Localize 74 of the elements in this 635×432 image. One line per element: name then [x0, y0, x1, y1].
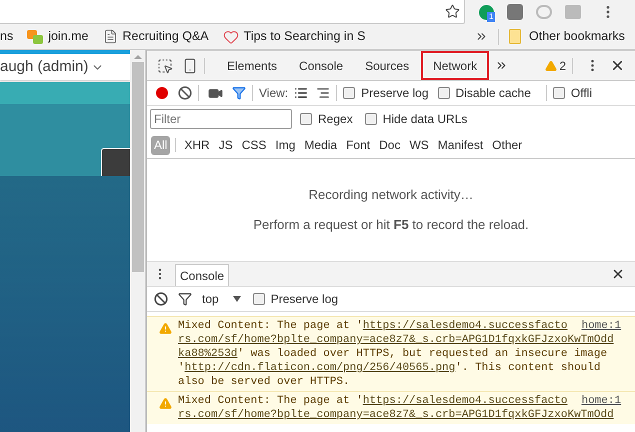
console-message: Mixed Content: The page at 'https://salesdemo4.successfacto home:1 rs.com/sf/home?bplte_company=ace8z7&_s.crb=APG1D1fqxkGFJzxoKwTmOdd ka88%253d' was loaded over HTTPS, but requested an insecure image 'http://cdn.flaticon.com/png/256/40565.png'. This content should also be served over HTTPS.: [178, 319, 622, 389]
type-filter[interactable]: CSS: [238, 136, 270, 154]
type-filter[interactable]: XHR: [181, 136, 213, 154]
app-icon: [27, 30, 44, 44]
bookmark-link[interactable]: join.me: [48, 27, 88, 46]
scrollbar[interactable]: [130, 50, 146, 432]
checkbox-label[interactable]: Regex: [318, 110, 353, 128]
bookmark-link[interactable]: Tips to Searching in S: [244, 27, 366, 46]
extension-badge: 1: [487, 12, 496, 22]
checkbox[interactable]: [438, 87, 450, 99]
page-icon: [102, 29, 118, 44]
checkbox-label[interactable]: Preserve log: [361, 84, 429, 102]
warning-icon: [159, 322, 172, 335]
console-link[interactable]: rs.com/sf/home?bplte_company=ace8z7&_s.crb=APG1D1fqxkGFJzxoKwTmOdd: [178, 334, 614, 346]
close-icon[interactable]: [611, 267, 625, 281]
console-message: Mixed Content: The page at 'https://salesdemo4.successfacto home:1 rs.com/sf/home?bplte_company=ace8z7&_s.crb=APG1D1fqxkGFJzxoKwTmOdd: [178, 394, 622, 422]
type-filter[interactable]: Media: [301, 136, 340, 154]
warning-icon: [545, 60, 558, 72]
type-filter[interactable]: Other: [489, 136, 526, 154]
context-select[interactable]: top: [202, 290, 219, 308]
checkbox[interactable]: [252, 293, 265, 305]
clear-icon[interactable]: [154, 292, 168, 306]
checkbox-label[interactable]: Disable cache: [456, 84, 531, 102]
devtools-tab[interactable]: Elements: [217, 51, 288, 80]
bookmark-link[interactable]: Recruiting Q&A: [122, 27, 209, 46]
checkbox[interactable]: [343, 87, 356, 99]
dropdown-arrow-icon[interactable]: [232, 296, 241, 302]
drawer-tab[interactable]: Console: [175, 264, 230, 286]
extension-icon[interactable]: [507, 4, 523, 20]
waterfall-view-icon[interactable]: [316, 86, 330, 100]
close-icon[interactable]: [610, 58, 625, 73]
type-filter[interactable]: Manifest: [434, 136, 486, 154]
type-filter[interactable]: Font: [343, 136, 374, 154]
devtools-tab[interactable]: Console: [289, 51, 354, 80]
warning-count[interactable]: 2: [559, 56, 566, 74]
checkbox[interactable]: [364, 113, 377, 125]
source-link[interactable]: home:1: [581, 395, 622, 407]
console-link[interactable]: http://cdn.flaticon.com/png/256/40565.png: [184, 362, 456, 374]
record-icon[interactable]: [156, 87, 168, 99]
console-link[interactable]: ka88%253d: [178, 348, 238, 360]
clear-icon[interactable]: [178, 86, 192, 100]
source-link[interactable]: home:1: [581, 320, 622, 332]
user-name[interactable]: augh (admin): [0, 56, 88, 78]
list-view-icon[interactable]: [294, 86, 308, 100]
warning-icon: [159, 397, 172, 410]
view-label: View:: [259, 85, 288, 102]
type-filter[interactable]: JS: [216, 136, 236, 154]
console-link[interactable]: https://salesdemo4.successfacto: [362, 395, 568, 407]
checkbox[interactable]: [552, 87, 565, 99]
console-link[interactable]: rs.com/sf/home?bplte_company=ace8z7&_s.crb=APG1D1fqxkGFJzxoKwTmOdd: [178, 409, 614, 421]
checkbox[interactable]: [300, 113, 312, 125]
filter-icon[interactable]: [178, 292, 192, 306]
devtools-tab[interactable]: Network: [421, 51, 490, 80]
bookmark-folder[interactable]: Other bookmarks: [529, 27, 625, 46]
status-text: Recording network activity…: [308, 186, 474, 204]
more-bookmarks-icon[interactable]: [475, 30, 488, 43]
filter-field[interactable]: Filter: [150, 109, 292, 129]
heart-icon: [222, 28, 239, 44]
filter-icon[interactable]: [232, 86, 246, 100]
star-icon[interactable]: [445, 4, 460, 19]
type-filter[interactable]: Doc: [376, 136, 404, 154]
type-filter[interactable]: Img: [272, 136, 298, 154]
type-filter[interactable]: WS: [406, 136, 432, 154]
devtools-tab[interactable]: Sources: [355, 51, 420, 80]
dark-tile: [101, 148, 130, 176]
hint-text: Perform a request or hit F5 to record the reload.: [253, 216, 529, 234]
device-icon[interactable]: [182, 58, 198, 74]
folder-icon: [509, 29, 521, 44]
console-link[interactable]: https://salesdemo4.successfacto: [362, 320, 568, 332]
inspect-icon[interactable]: [157, 58, 173, 74]
checkbox-label[interactable]: Preserve log: [270, 290, 338, 308]
bookmark-link[interactable]: ns: [0, 27, 14, 46]
checkbox-label[interactable]: Offli: [570, 84, 592, 102]
checkbox-label[interactable]: Hide data URLs: [382, 110, 468, 128]
